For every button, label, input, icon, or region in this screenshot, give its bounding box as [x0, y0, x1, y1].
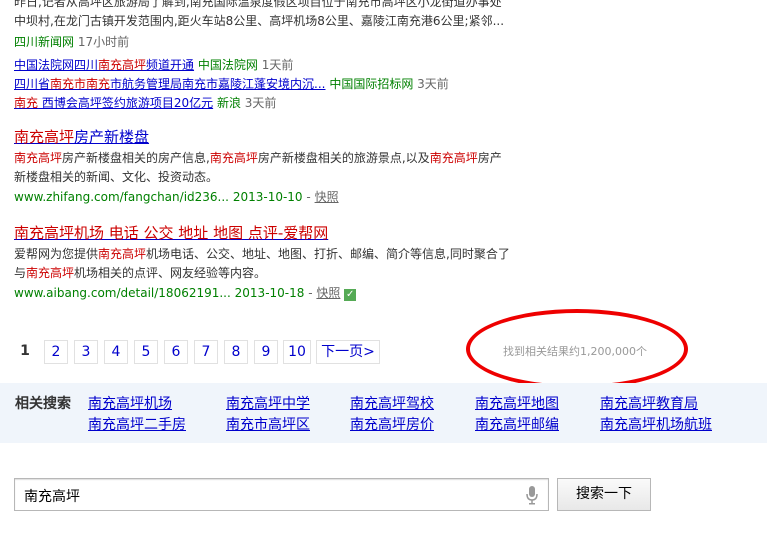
search-input[interactable]: 南充高坪	[14, 478, 549, 511]
page-link[interactable]: 3	[74, 340, 98, 364]
result-url-row: www.aibang.com/detail/18062191... 2013-1…	[14, 286, 357, 301]
news-source: 中国国际招标网	[329, 77, 414, 91]
related-searches	[0, 383, 767, 443]
related-link[interactable]: 南充高坪二手房	[88, 414, 186, 434]
related-link[interactable]: 南充高坪地图	[475, 393, 559, 413]
snapshot-link[interactable]: 快照	[316, 286, 340, 300]
news-link[interactable]: 中国法院网四川南充高坪频道开通	[14, 58, 194, 72]
verified-icon: ✓	[344, 289, 357, 301]
result-meta: 四川新闻网 17小时前	[14, 33, 129, 50]
snapshot-link[interactable]: 快照	[315, 190, 339, 204]
next-page-button[interactable]: 下一页>	[316, 340, 380, 364]
search-result: 南充高坪机场 电话 公交 地址 地图 点评-爱帮网 爱帮网为您提供南充高坪机场电…	[14, 222, 574, 303]
snippet-line: 中坝村,在龙门古镇开发范围内,距火车站8公里、高坪机场8公里、嘉陵江南充港6公里…	[14, 14, 505, 28]
news-item: 四川省南充市南充市航务管理局南充市嘉陵江蓬安境内沉... 中国国际招标网 3天前	[14, 75, 449, 94]
result-source: 四川新闻网	[14, 35, 75, 49]
page-current: 1	[16, 340, 34, 362]
page-link[interactable]: 8	[224, 340, 248, 364]
page-link[interactable]: 10	[283, 340, 311, 364]
related-link[interactable]: 南充高坪驾校	[350, 393, 434, 413]
news-list: 中国法院网四川南充高坪频道开通 中国法院网 1天前 四川省南充市南充市航务管理局…	[14, 56, 449, 113]
search-query: 南充高坪	[24, 489, 80, 505]
news-time: 3天前	[417, 77, 449, 91]
result-snippet: 昨日,记者从高坪区旅游局了解到,南充国际温泉度假区项目位于南充市高坪区小龙街道办…	[14, 0, 764, 31]
related-link[interactable]: 南充高坪中学	[226, 393, 310, 413]
result-url: www.aibang.com/detail/18062191...	[14, 286, 231, 300]
result-title-link[interactable]: 南充高坪房产新楼盘	[14, 128, 149, 146]
page-link[interactable]: 9	[254, 340, 278, 364]
page-link[interactable]: 2	[44, 340, 68, 364]
news-link[interactable]: 南充 西博会高坪签约旅游项目20亿元	[14, 96, 213, 110]
news-item: 中国法院网四川南充高坪频道开通 中国法院网 1天前	[14, 56, 449, 75]
related-label: 相关搜索	[15, 396, 71, 412]
news-source: 中国法院网	[197, 58, 258, 72]
news-link[interactable]: 四川省南充市南充市航务管理局南充市嘉陵江蓬安境内沉...	[14, 77, 325, 91]
news-time: 1天前	[261, 58, 294, 72]
related-link[interactable]: 南充高坪机场	[88, 393, 172, 413]
result-date: 2013-10-18	[234, 286, 305, 300]
news-source: 新浪	[216, 96, 241, 110]
page-link[interactable]: 5	[134, 340, 158, 364]
related-link[interactable]: 南充高坪教育局	[600, 393, 698, 413]
result-snippet: 南充高坪房产新楼盘相关的房产信息,南充高坪房产新楼盘相关的旅游景点,以及南充高坪…	[14, 151, 502, 184]
result-url: www.zhifang.com/fangchan/id236...	[14, 190, 229, 204]
microphone-icon[interactable]	[526, 485, 538, 505]
related-link[interactable]: 南充高坪机场航班	[600, 414, 712, 434]
annotation-circle	[466, 309, 688, 389]
result-date: 2013-10-10	[232, 190, 303, 204]
search-result: 南充高坪房产新楼盘 南充高坪房产新楼盘相关的房产信息,南充高坪房产新楼盘相关的旅…	[14, 126, 574, 207]
page-link[interactable]: 7	[194, 340, 218, 364]
result-title-link[interactable]: 南充高坪机场 电话 公交 地址 地图 点评-爱帮网	[14, 224, 328, 242]
related-link[interactable]: 南充高坪邮编	[475, 414, 559, 434]
snippet-line: 昨日,记者从高坪区旅游局了解到,南充国际温泉度假区项目位于南充市高坪区小龙街道办…	[14, 0, 502, 9]
result-url-row: www.zhifang.com/fangchan/id236... 2013-1…	[14, 190, 339, 204]
related-link[interactable]: 南充市高坪区	[226, 414, 310, 434]
page-link[interactable]: 4	[104, 340, 128, 364]
news-time: 3天前	[244, 96, 277, 110]
result-time: 17小时前	[77, 35, 130, 49]
page-link[interactable]: 6	[164, 340, 188, 364]
result-snippet: 爱帮网为您提供南充高坪机场电话、公交、地址、地图、打折、邮编、简介等信息,同时聚…	[14, 247, 510, 280]
related-link[interactable]: 南充高坪房价	[350, 414, 434, 434]
search-button[interactable]: 搜索一下	[557, 478, 651, 511]
news-item: 南充 西博会高坪签约旅游项目20亿元 新浪 3天前	[14, 94, 449, 113]
